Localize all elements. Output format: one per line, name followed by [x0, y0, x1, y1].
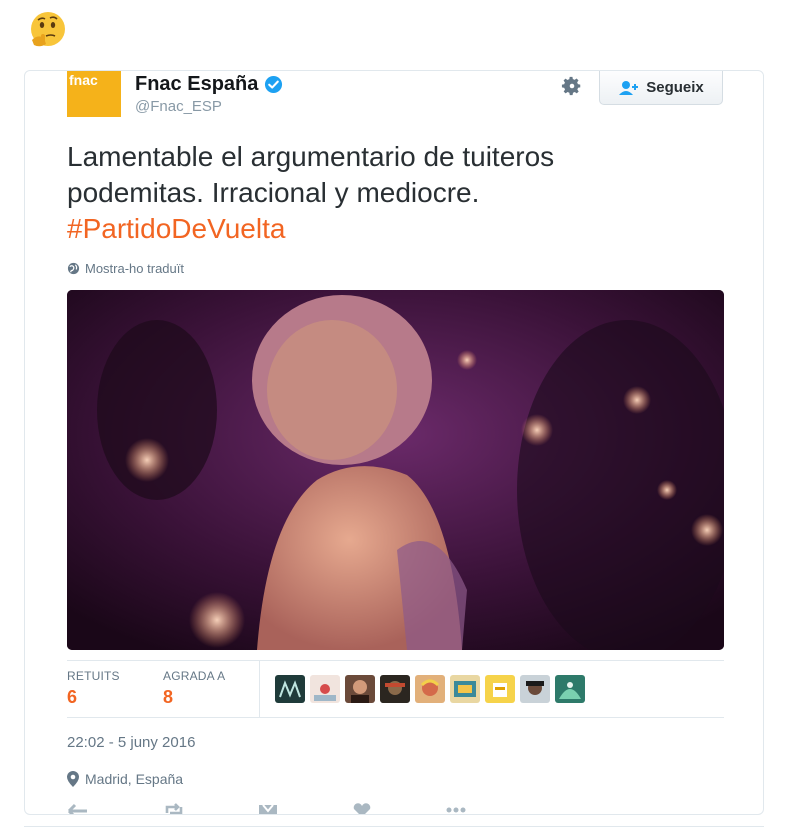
- stats-divider: [259, 661, 260, 717]
- reply-icon[interactable]: [67, 803, 89, 815]
- verified-badge-icon: [265, 75, 283, 94]
- liker-avatar[interactable]: [310, 675, 340, 703]
- tweet-stats: RETUITS 6 AGRADA A 8: [67, 660, 724, 718]
- author-name-label: Fnac España: [135, 73, 259, 95]
- liker-avatars: [275, 675, 585, 703]
- follow-button[interactable]: Segueix: [599, 71, 723, 105]
- save-icon[interactable]: [257, 803, 279, 815]
- retweets-label: RETUITS: [67, 669, 120, 683]
- liker-avatar[interactable]: [415, 675, 445, 703]
- retweet-icon[interactable]: [163, 803, 185, 815]
- tweet-location[interactable]: Madrid, España: [67, 771, 183, 787]
- liker-avatar[interactable]: [345, 675, 375, 703]
- like-heart-icon[interactable]: [351, 803, 373, 815]
- likes-count: 8: [163, 687, 174, 707]
- author-name[interactable]: Fnac España: [135, 73, 283, 96]
- liker-avatar[interactable]: [380, 675, 410, 703]
- liker-avatar[interactable]: [275, 675, 305, 703]
- tweet-text: Lamentable el argumentario de tuiteros p…: [67, 139, 707, 247]
- location-pin-icon: [67, 771, 79, 787]
- liker-avatar[interactable]: [485, 675, 515, 703]
- liker-avatar[interactable]: [520, 675, 550, 703]
- fnac-avatar[interactable]: fnac: [67, 71, 121, 117]
- thinking-face-emoji: [31, 12, 65, 47]
- follow-button-label: Segueix: [646, 79, 704, 96]
- tweet-timestamp[interactable]: 22:02 - 5 juny 2016: [67, 734, 195, 751]
- tweet-media-gif[interactable]: [67, 290, 724, 650]
- more-options-icon[interactable]: [445, 803, 467, 815]
- liker-avatar[interactable]: [450, 675, 480, 703]
- fnac-logo-text: fnac: [69, 72, 98, 88]
- globe-icon: [67, 262, 80, 275]
- add-user-icon: [619, 80, 639, 95]
- hashtag-link[interactable]: #PartidoDeVuelta: [67, 211, 707, 247]
- tweet-actions: [67, 803, 467, 815]
- location-label: Madrid, España: [85, 771, 184, 787]
- likes-stat[interactable]: AGRADA A 8: [163, 669, 225, 708]
- translate-label: Mostra-ho traduït: [85, 261, 184, 276]
- liker-avatar[interactable]: [555, 675, 585, 703]
- gear-icon[interactable]: [561, 75, 583, 97]
- tweet-card: fnac Fnac España @Fnac_ESP Segueix Lamen…: [24, 70, 764, 815]
- tweet-text-line1: Lamentable el argumentario de tuiteros: [67, 141, 555, 172]
- retweets-stat[interactable]: RETUITS 6: [67, 669, 120, 708]
- retweets-count: 6: [67, 687, 78, 707]
- author-handle[interactable]: @Fnac_ESP: [135, 98, 222, 115]
- tweet-text-line2: podemitas. Irracional y mediocre.: [67, 177, 480, 208]
- likes-label: AGRADA A: [163, 669, 226, 683]
- page-divider: [24, 826, 764, 827]
- translate-link[interactable]: Mostra-ho traduït: [67, 261, 184, 276]
